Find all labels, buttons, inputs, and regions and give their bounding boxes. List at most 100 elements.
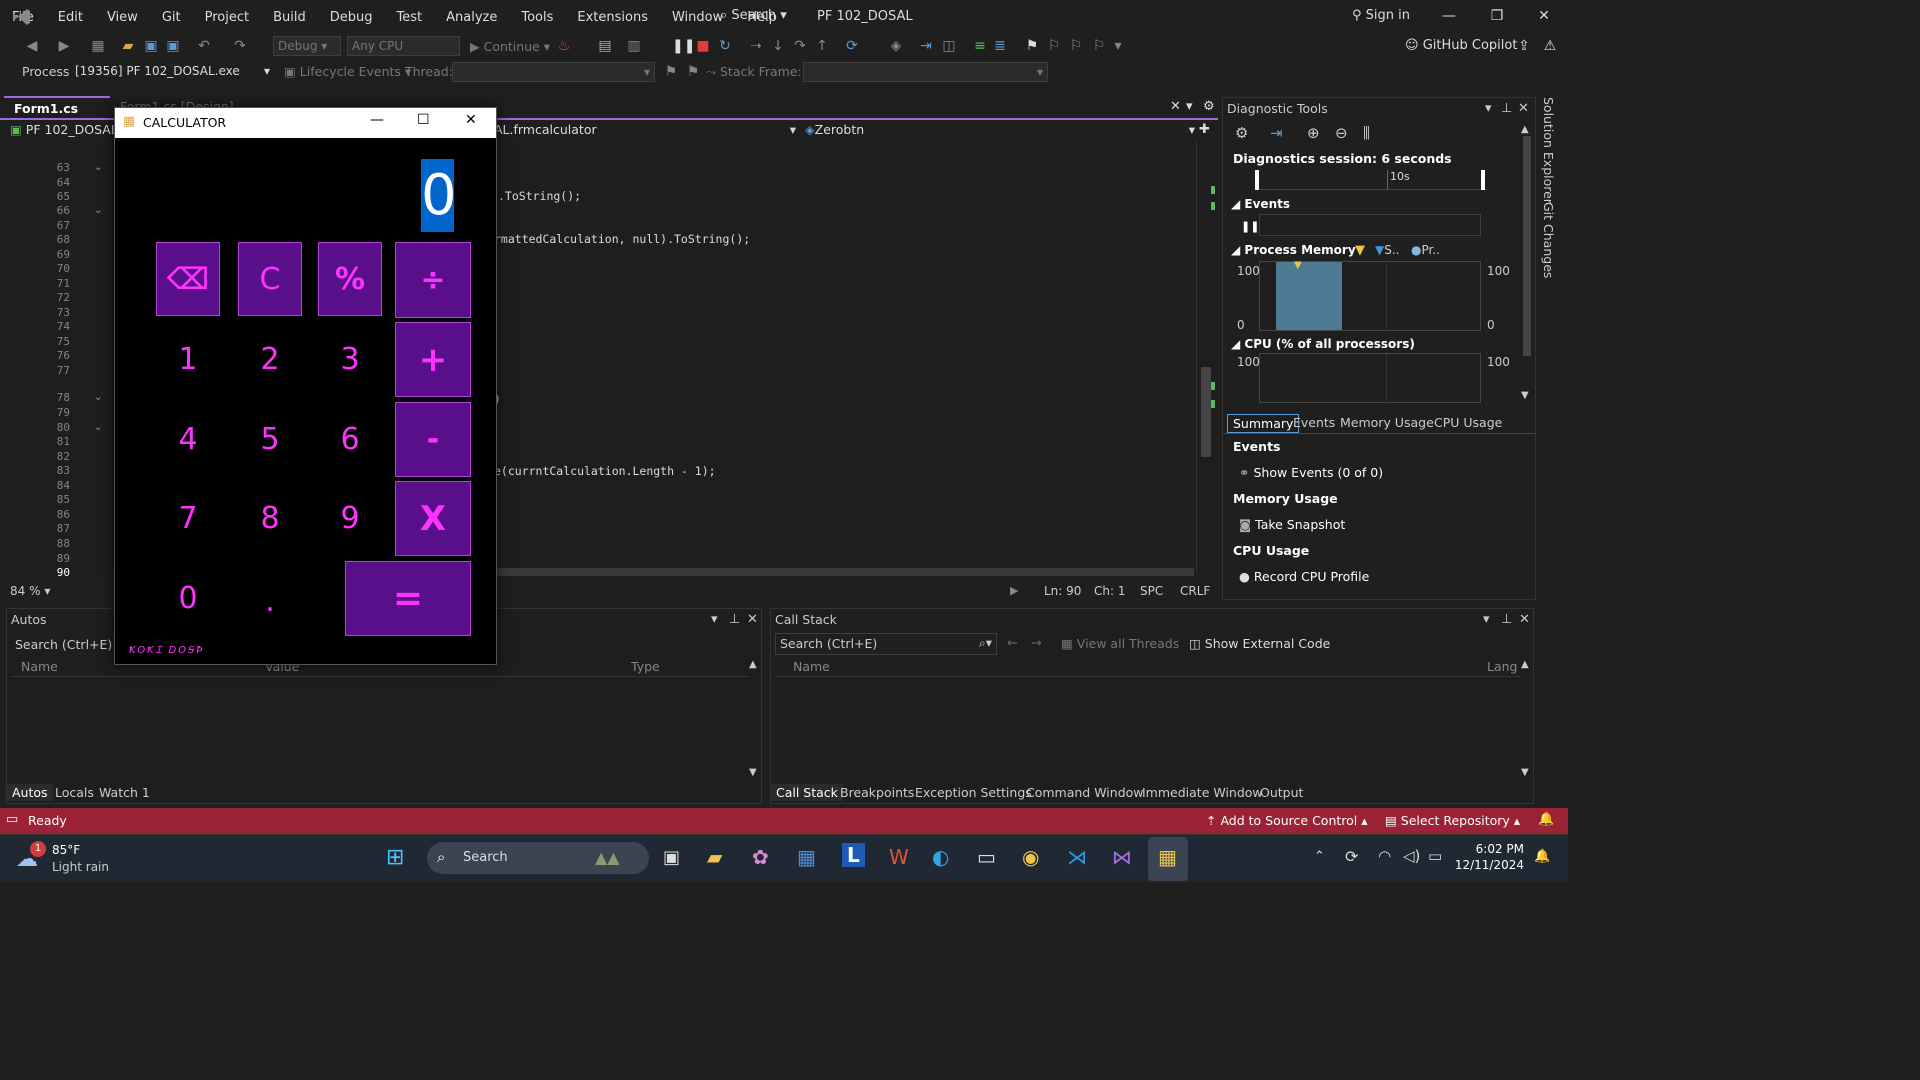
close-all-tabs-icon[interactable]: ✕ [1170, 99, 1181, 114]
diagnostic-icon[interactable]: ◈ [888, 38, 904, 54]
select-tools-icon[interactable]: ⇥ [1270, 124, 1283, 142]
scroll-right-icon[interactable]: ▶ [1010, 584, 1018, 597]
visual-studio-logo-icon[interactable] [10, 6, 32, 28]
equals-button[interactable]: = [345, 561, 471, 636]
lifecycle-events-button[interactable]: ▣ Lifecycle Events ▾ [284, 64, 411, 79]
menu-git[interactable]: Git [150, 10, 193, 25]
tab-dropdown-icon[interactable]: ▾ [1186, 99, 1193, 114]
zoom-out-icon[interactable]: ⊖ [1335, 124, 1348, 142]
vscode-icon[interactable]: ⋊ [1067, 845, 1087, 869]
forward-icon[interactable]: ▶ [56, 38, 72, 54]
step-into-icon[interactable]: ↓ [770, 38, 786, 54]
menu-edit[interactable]: Edit [46, 10, 95, 25]
tab-cpu-usage[interactable]: CPU Usage [1434, 415, 1502, 430]
panel-menu-icon[interactable]: ▾ [711, 612, 718, 627]
collapse-icon[interactable]: ⌄ [94, 162, 102, 173]
class-combo[interactable]: AL.frmcalculator ▾ [494, 122, 796, 137]
timeline-ruler[interactable]: 10s [1255, 170, 1487, 190]
digit-1-button[interactable]: 1 [156, 322, 220, 396]
stop-icon[interactable]: ■ [695, 38, 711, 54]
sync-icon[interactable]: ⟳ [1345, 847, 1358, 866]
backspace-button[interactable]: ⌫ [156, 242, 220, 316]
vertical-scrollbar[interactable] [1196, 142, 1216, 572]
bookmark-icon[interactable]: ⚑ [1024, 38, 1040, 54]
whitespace-indicator[interactable]: SPC [1140, 584, 1163, 598]
settings-gear-icon[interactable]: ⚙ [1235, 124, 1248, 142]
tab-command-window[interactable]: Command Window [1026, 785, 1144, 800]
column-name[interactable]: Name [21, 659, 58, 674]
wps-office-icon[interactable]: W [889, 845, 909, 869]
timeline-start-handle[interactable] [1255, 170, 1259, 190]
minimize-button[interactable]: — [370, 112, 384, 128]
terminal-icon[interactable]: ▭ [977, 845, 996, 869]
tab-breakpoints[interactable]: Breakpoints [840, 785, 914, 800]
calculator-title-bar[interactable]: ▦ CALCULATOR — ☐ ✕ [115, 108, 496, 138]
windows-start-icon[interactable]: ⊞ [386, 845, 404, 870]
memory-graph[interactable]: ▼ [1259, 260, 1481, 331]
forward-arrow-icon[interactable]: → [1031, 636, 1042, 651]
taskbar-search[interactable]: ⌕ Search ▲▲ [427, 842, 649, 874]
tray-overflow-icon[interactable]: ⌃ [1314, 849, 1325, 864]
scrollbar-thumb[interactable] [1201, 367, 1211, 457]
vertical-scrollbar[interactable]: ▲ ▼ [1521, 659, 1533, 781]
pin-icon[interactable]: ⊥ [1501, 612, 1512, 627]
solution-explorer-tab[interactable]: Solution Explorer [1541, 97, 1556, 204]
scroll-down-icon[interactable]: ▼ [1521, 390, 1529, 401]
collapse-icon[interactable]: ⌄ [94, 205, 102, 216]
git-changes-tab[interactable]: Git Changes [1541, 202, 1556, 278]
search-menu[interactable]: ⌕ Search ▾ [720, 8, 787, 23]
tab-memory-usage[interactable]: Memory Usage [1340, 415, 1434, 430]
settings-gear-icon[interactable]: ⚙ [1203, 99, 1215, 114]
digit-8-button[interactable]: 8 [238, 481, 302, 555]
thread-combo[interactable]: ▾ [452, 62, 655, 82]
window-layout-icon[interactable]: ◫ [941, 38, 957, 54]
notifications-bell-icon[interactable]: 🔔 [1538, 812, 1554, 827]
undo-icon[interactable]: ↶ [196, 38, 212, 54]
hot-reload-icon[interactable]: ♨ [556, 38, 572, 54]
horizontal-scrollbar[interactable] [494, 568, 1194, 576]
process-combo[interactable]: [19356] PF 102_DOSAL.exe ▾ [70, 61, 275, 81]
notification-bell-icon[interactable]: 🔔 [1534, 849, 1550, 864]
store-icon[interactable]: ▦ [797, 845, 816, 869]
scrollbar-thumb[interactable] [1523, 136, 1531, 356]
diag-scrollbar[interactable]: ▲ ▼ [1521, 124, 1533, 404]
maximize-button[interactable]: ☐ [417, 112, 430, 128]
member-combo[interactable]: ◈Zerobtn ▾ [805, 122, 1195, 137]
menu-debug[interactable]: Debug [318, 10, 385, 25]
wifi-icon[interactable]: ◠ [1378, 847, 1391, 865]
volume-icon[interactable]: ◁) [1403, 847, 1420, 865]
flag-icon[interactable]: ⚑ [663, 64, 679, 80]
percent-button[interactable]: % [318, 242, 382, 316]
minus-button[interactable]: - [395, 402, 471, 477]
restart-icon[interactable]: ↻ [717, 38, 733, 54]
digit-7-button[interactable]: 7 [156, 481, 220, 555]
back-arrow-icon[interactable]: ← [1007, 636, 1018, 651]
close-icon[interactable]: ✕ [1518, 101, 1529, 116]
vertical-scrollbar[interactable]: ▲ ▼ [749, 659, 761, 781]
digit-5-button[interactable]: 5 [238, 402, 302, 476]
digit-9-button[interactable]: 9 [318, 481, 382, 555]
redo-icon[interactable]: ↷ [232, 38, 248, 54]
column-indicator[interactable]: Ch: 1 [1094, 584, 1125, 598]
pin-icon[interactable]: ⊥ [1501, 101, 1512, 116]
feedback-icon[interactable]: ⚠ [1542, 38, 1558, 54]
panel-menu-icon[interactable]: ▾ [1485, 101, 1492, 116]
sign-in-button[interactable]: ⚲ Sign in [1352, 8, 1410, 23]
panel-menu-icon[interactable]: ▾ [1483, 612, 1490, 627]
clear-bookmarks-icon[interactable]: ⚐ [1091, 38, 1107, 54]
edge-browser-icon[interactable]: ◐ [932, 845, 949, 869]
scroll-down-icon[interactable]: ▼ [749, 767, 757, 778]
digit-4-button[interactable]: 4 [156, 402, 220, 476]
column-language[interactable]: Lang [1487, 659, 1517, 674]
save-icon[interactable]: ▣ [143, 38, 159, 54]
search-icon[interactable]: ⌕▾ [979, 635, 992, 651]
comment-icon[interactable]: ≡ [972, 38, 988, 54]
prev-bookmark-icon[interactable]: ⚐ [1046, 38, 1062, 54]
menu-test[interactable]: Test [385, 10, 435, 25]
menu-view[interactable]: View [95, 10, 150, 25]
collapse-icon[interactable]: ⌄ [94, 422, 102, 433]
menu-build[interactable]: Build [261, 10, 318, 25]
step-out-icon[interactable]: ↑ [814, 38, 830, 54]
calculator-window[interactable]: ▦ CALCULATOR — ☐ ✕ 0 ⌫ C % ÷ 1 2 3 + 4 5… [114, 107, 497, 665]
restore-button[interactable]: ❐ [1482, 8, 1512, 24]
